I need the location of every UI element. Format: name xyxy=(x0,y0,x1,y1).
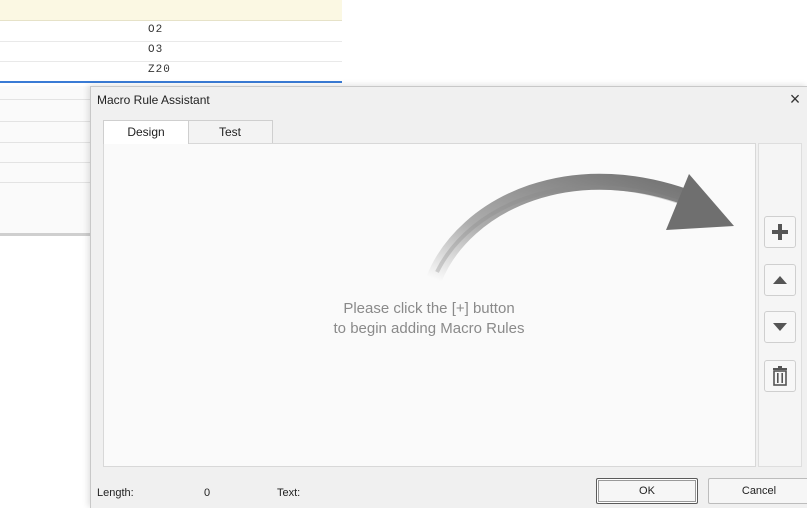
divider xyxy=(0,182,96,183)
list-item-selected[interactable]: Z20 xyxy=(0,61,342,83)
list-item-value: O3 xyxy=(148,44,164,56)
arrow-down-icon xyxy=(773,323,787,331)
empty-state-message: Please click the [+] button to begin add… xyxy=(284,299,574,339)
macro-rule-assistant-dialog: Macro Rule Assistant × Design Test Pleas… xyxy=(90,86,807,508)
divider xyxy=(0,142,96,143)
delete-rule-button[interactable] xyxy=(764,360,796,392)
divider xyxy=(0,233,96,236)
close-button[interactable]: × xyxy=(782,87,807,113)
cancel-button[interactable]: Cancel xyxy=(708,478,807,504)
tab-design[interactable]: Design xyxy=(103,120,189,144)
dialog-title: Macro Rule Assistant xyxy=(97,93,210,107)
empty-state-line-1: Please click the [+] button xyxy=(343,300,515,317)
empty-state-line-2: to begin adding Macro Rules xyxy=(333,320,525,337)
list-item[interactable]: O2 xyxy=(0,21,342,42)
rule-toolbar xyxy=(758,143,802,467)
background-left-column xyxy=(0,86,96,234)
design-panel: Please click the [+] button to begin add… xyxy=(103,143,756,467)
divider xyxy=(0,162,96,163)
tab-test[interactable]: Test xyxy=(187,120,273,143)
divider xyxy=(0,121,96,122)
length-value: 0 xyxy=(204,487,211,499)
add-rule-button[interactable] xyxy=(764,216,796,248)
divider xyxy=(0,99,96,100)
length-label: Length: xyxy=(97,487,134,499)
title-bar[interactable]: Macro Rule Assistant × xyxy=(91,87,807,115)
arrow-up-icon xyxy=(773,276,787,284)
background-list-header xyxy=(0,0,342,21)
text-label: Text: xyxy=(277,487,301,499)
move-up-button[interactable] xyxy=(764,264,796,296)
plus-icon xyxy=(772,224,788,240)
list-item-value: O2 xyxy=(148,24,164,36)
trash-icon xyxy=(773,366,787,386)
ok-button[interactable]: OK xyxy=(596,478,698,504)
list-item-value: Z20 xyxy=(148,64,171,76)
list-item[interactable]: O3 xyxy=(0,41,342,62)
move-down-button[interactable] xyxy=(764,311,796,343)
